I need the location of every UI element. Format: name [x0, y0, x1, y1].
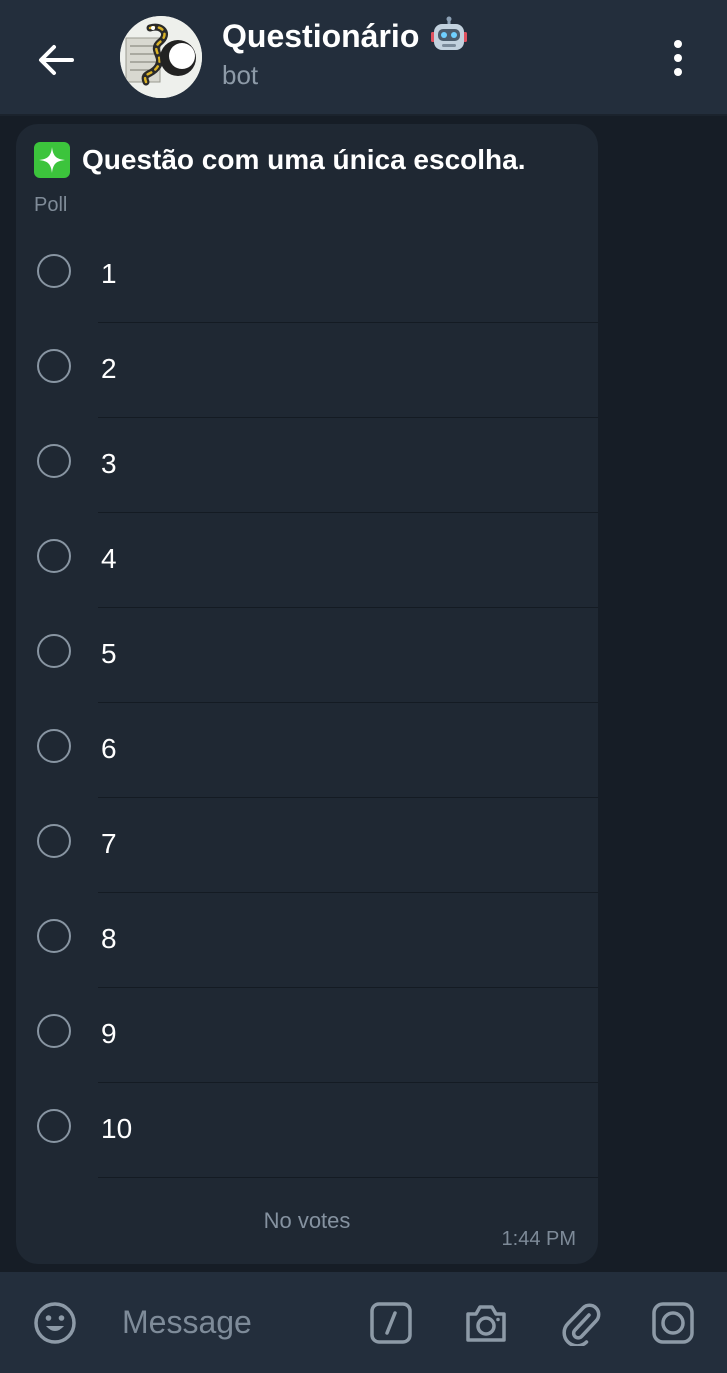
sparkles-icon [32, 140, 72, 180]
bot-command-button[interactable] [368, 1300, 414, 1346]
radio-button[interactable] [37, 254, 71, 288]
bot-avatar[interactable] [120, 16, 202, 98]
attach-icon [562, 1303, 601, 1346]
chat-subtitle: bot [222, 60, 259, 90]
divider [98, 1177, 598, 1178]
chat-title-text: Questionário [222, 18, 420, 54]
message-input[interactable] [120, 1298, 344, 1346]
message-composer [0, 1272, 727, 1373]
poll-option-label: 3 [101, 448, 117, 479]
chat-screen: Questionário bot Questão com uma única e… [0, 0, 727, 1373]
robot-face-icon [429, 16, 469, 56]
poll-option-label: 10 [101, 1113, 133, 1144]
radio-button[interactable] [37, 824, 71, 858]
poll-option-label: 9 [101, 1018, 117, 1049]
poll-option[interactable]: 4 [16, 513, 598, 608]
poll-option[interactable]: 8 [16, 893, 598, 988]
poll-option-label: 8 [101, 923, 117, 954]
avatar-image [120, 16, 202, 98]
poll-option-label: 1 [101, 258, 117, 289]
radio-button[interactable] [37, 1109, 71, 1143]
poll-option[interactable]: 2 [16, 323, 598, 418]
poll-option[interactable]: 1 [16, 228, 598, 323]
radio-button[interactable] [37, 444, 71, 478]
arrow-left-icon [39, 45, 74, 75]
poll-message-bubble: Questão com uma única escolha. Poll 1 2 … [16, 124, 598, 1264]
radio-button[interactable] [37, 539, 71, 573]
poll-options: 1 2 3 4 5 6 7 8 9 10 [16, 228, 598, 1178]
poll-option[interactable]: 6 [16, 703, 598, 798]
video-message-button[interactable] [650, 1300, 696, 1346]
radio-button[interactable] [37, 729, 71, 763]
radio-button[interactable] [37, 1014, 71, 1048]
bot-command-icon [370, 1302, 412, 1344]
poll-option[interactable]: 10 [16, 1083, 598, 1178]
poll-question-text: Questão com uma única escolha. [82, 144, 526, 175]
radio-button[interactable] [37, 919, 71, 953]
poll-option-label: 6 [101, 733, 117, 764]
poll-question: Questão com uma única escolha. [32, 140, 525, 180]
poll-type-label: Poll [34, 194, 68, 216]
poll-option[interactable]: 9 [16, 988, 598, 1083]
chat-title-area[interactable]: Questionário bot [222, 14, 469, 92]
radio-button[interactable] [37, 349, 71, 383]
poll-option[interactable]: 5 [16, 608, 598, 703]
poll-option-label: 7 [101, 828, 117, 859]
poll-option-label: 4 [101, 543, 117, 574]
camera-button[interactable] [462, 1300, 510, 1346]
poll-option-label: 2 [101, 353, 117, 384]
poll-option-label: 5 [101, 638, 117, 669]
more-menu-button[interactable] [660, 36, 696, 80]
radio-button[interactable] [37, 634, 71, 668]
video-message-icon [652, 1302, 694, 1344]
camera-icon [466, 1305, 506, 1342]
poll-option[interactable]: 3 [16, 418, 598, 513]
emoji-icon [34, 1302, 76, 1344]
chat-header: Questionário bot [0, 0, 727, 116]
poll-option[interactable]: 7 [16, 798, 598, 893]
more-vertical-icon [674, 40, 682, 76]
emoji-button[interactable] [32, 1300, 78, 1346]
back-button[interactable] [32, 36, 80, 84]
chat-title: Questionário [222, 14, 469, 58]
message-timestamp: 1:44 PM [501, 1228, 576, 1250]
attach-button[interactable] [558, 1300, 604, 1346]
